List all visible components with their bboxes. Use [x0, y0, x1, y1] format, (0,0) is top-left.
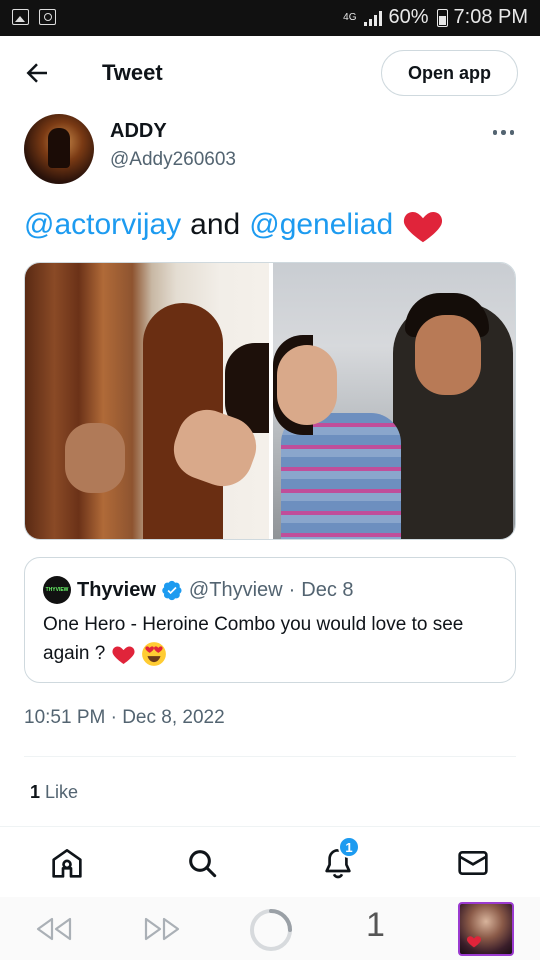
- quoted-date: Dec 8: [301, 578, 354, 601]
- quoted-tweet[interactable]: THYVIEW Thyview @Thyview · Dec 8 One Her…: [24, 557, 516, 683]
- loading-spinner-icon[interactable]: [248, 907, 294, 953]
- mention-link[interactable]: @geneliad: [249, 205, 393, 245]
- likes-label: Like: [45, 782, 79, 802]
- camera-notification-icon: [39, 9, 56, 25]
- likes-count[interactable]: 1 Like: [30, 782, 78, 803]
- author-name[interactable]: ADDY: [110, 120, 167, 143]
- profile-thumbnail[interactable]: [458, 902, 514, 956]
- likes-number: 1: [30, 782, 41, 802]
- battery-percent: 60%: [388, 6, 429, 28]
- clock: 7:08 PM: [453, 6, 528, 28]
- network-type: 4G: [343, 12, 357, 23]
- tab-count-button[interactable]: 1: [366, 906, 385, 945]
- gallery-notification-icon: [12, 9, 29, 25]
- forward-icon[interactable]: [142, 915, 182, 943]
- quoted-avatar: THYVIEW: [43, 576, 71, 604]
- quoted-tweet-header: THYVIEW Thyview @Thyview · Dec 8: [43, 576, 354, 604]
- open-app-button[interactable]: Open app: [381, 50, 518, 96]
- media-photo-2[interactable]: [273, 263, 515, 539]
- red-heart-icon: [404, 212, 443, 243]
- notification-badge: 1: [338, 836, 360, 858]
- tweet-timestamp[interactable]: 10:51 PM · Dec 8, 2022: [24, 707, 225, 729]
- status-indicators: 4G 60% 7:08 PM: [343, 6, 528, 29]
- rewind-back-icon[interactable]: [34, 915, 74, 943]
- home-icon[interactable]: [51, 847, 83, 879]
- arrow-left-icon[interactable]: [22, 58, 52, 88]
- author-handle[interactable]: @Addy260603: [110, 149, 236, 171]
- quoted-author-handle: @Thyview: [188, 578, 283, 601]
- quoted-author-name: Thyview: [77, 578, 156, 601]
- tweet-text-connector: and: [190, 208, 241, 241]
- quoted-tweet-text: One Hero - Heroine Combo you would love …: [43, 610, 483, 668]
- mention-link[interactable]: @actorvijay: [24, 205, 181, 245]
- more-options-icon[interactable]: [492, 130, 514, 135]
- page-title: Tweet: [102, 60, 163, 85]
- battery-icon: [436, 8, 448, 27]
- divider: [24, 756, 516, 757]
- tweet-text: @actorvijay and @geneliad: [24, 205, 444, 245]
- quoted-text: One Hero - Heroine Combo you would love …: [43, 614, 464, 664]
- avatar[interactable]: [24, 114, 94, 184]
- search-icon[interactable]: [186, 847, 218, 879]
- red-heart-icon: [112, 646, 135, 664]
- mail-icon[interactable]: [457, 847, 489, 879]
- tweet-header: Tweet Open app: [0, 36, 540, 110]
- status-bar: 4G 60% 7:08 PM: [0, 0, 540, 36]
- tweet-media[interactable]: [24, 262, 516, 540]
- red-heart-icon: [466, 936, 482, 948]
- meta-separator: ·: [288, 578, 296, 601]
- notification-icons: [12, 9, 56, 25]
- signal-icon: [364, 10, 383, 26]
- heart-eyes-icon: [141, 642, 166, 666]
- media-photo-1[interactable]: [25, 263, 285, 539]
- bottom-tab-bar: [0, 827, 540, 897]
- verified-badge-icon: [162, 580, 182, 600]
